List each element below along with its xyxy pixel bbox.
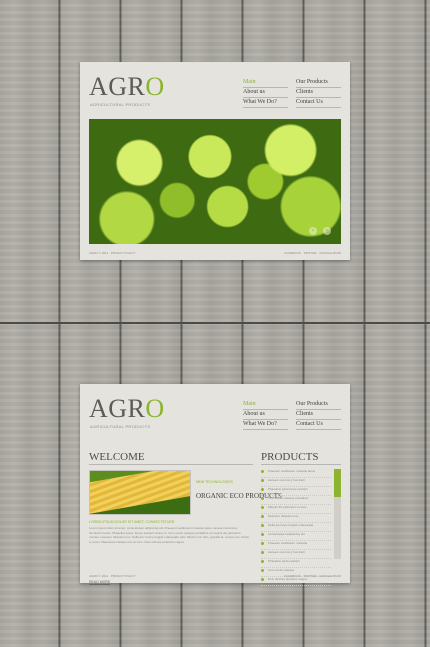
logo[interactable]: AGRO xyxy=(89,396,165,422)
bullet-icon xyxy=(261,542,264,545)
list-item[interactable]: Nascetur ridiculus mus xyxy=(261,514,331,523)
corn-husk xyxy=(90,471,190,514)
bullet-icon xyxy=(261,479,264,482)
list-item[interactable]: Duis ultricies pharetra magna xyxy=(261,577,331,586)
nav-clients[interactable]: Clients xyxy=(296,89,341,98)
product-label: Consectetuer adipiscing elit xyxy=(268,532,305,536)
bullet-icon xyxy=(261,488,264,491)
list-item[interactable]: Praesent vestibulum molestie lacus xyxy=(261,469,331,478)
list-item[interactable]: Aenean nonummy hendrerit xyxy=(261,478,331,487)
bullet-icon xyxy=(261,560,264,563)
nav-clients[interactable]: Clients xyxy=(296,411,341,420)
list-item[interactable]: Magnis dis parturient montes xyxy=(261,505,331,514)
logo-accent: O xyxy=(145,394,165,423)
product-label: Aenean nonummy hendrerit xyxy=(268,550,306,554)
products-divider xyxy=(261,464,341,465)
footer-copyright: AGRO © 2011 · PRIVACY POLICY xyxy=(89,574,136,578)
nav-our-products[interactable]: Our Products xyxy=(296,401,341,410)
next-arrow-icon[interactable]: › xyxy=(323,227,331,235)
product-label: Phasellus porta suscipit xyxy=(268,559,300,563)
products-scrollbar[interactable] xyxy=(334,469,341,559)
nav-contact[interactable]: Contact Us xyxy=(296,421,341,430)
read-more-link[interactable]: READ MORE xyxy=(89,580,110,584)
nav-contact[interactable]: Contact Us xyxy=(296,99,341,108)
product-label: Nascetur ridiculus mus xyxy=(268,514,299,518)
bullet-icon xyxy=(261,551,264,554)
nav-about[interactable]: About us xyxy=(243,411,288,420)
new-technologies-label: NEW TECHNOLOGIES xyxy=(196,480,233,484)
bullet-icon xyxy=(261,533,264,536)
logo-text: AGR xyxy=(89,394,146,423)
prev-arrow-icon[interactable]: ‹ xyxy=(309,227,317,235)
list-item[interactable]: Nulla dui fusce feugiat malesuada xyxy=(261,523,331,532)
nav-main[interactable]: Main xyxy=(243,401,288,410)
nav-what-we-do[interactable]: What We Do? xyxy=(243,99,288,108)
nav-about[interactable]: About us xyxy=(243,89,288,98)
list-item[interactable]: Phasellus porta fusce suscipit xyxy=(261,487,331,496)
list-item[interactable]: Consectetuer adipiscing elit xyxy=(261,532,331,541)
nav-main[interactable]: Main xyxy=(243,79,288,88)
bullet-icon xyxy=(261,470,264,473)
welcome-heading: WELCOME xyxy=(89,451,145,463)
list-item[interactable]: Praesent vestibulum molestie xyxy=(261,541,331,550)
logo-accent: O xyxy=(145,72,165,101)
product-label: Praesent vestibulum molestie xyxy=(268,541,308,545)
slider-controls: ‹ › xyxy=(307,218,331,236)
products-heading: PRODUCTS xyxy=(261,451,319,463)
products-list: Praesent vestibulum molestie lacus Aenea… xyxy=(261,469,331,586)
bullet-icon xyxy=(261,497,264,500)
corn-image xyxy=(89,470,191,515)
bullet-icon xyxy=(261,524,264,527)
logo[interactable]: AGRO xyxy=(89,74,165,100)
product-label: Magnis dis parturient montes xyxy=(268,505,307,509)
welcome-divider xyxy=(89,464,253,465)
footer-social-links[interactable]: FACEBOOK · TWITTER · GOOGLE BUZZ xyxy=(284,574,341,578)
welcome-subheading: LOREM IPSUM DOLOR SIT AMET, CONSECTETUER xyxy=(89,520,175,524)
nav-our-products[interactable]: Our Products xyxy=(296,79,341,88)
hero-image-lettuce: ‹ › xyxy=(89,119,341,244)
logo-text: AGR xyxy=(89,72,146,101)
tagline: AGRICULTURAL PRODUCTS xyxy=(90,424,151,429)
product-label: Aenean nonummy hendrerit xyxy=(268,478,306,482)
product-label: Cum sociis natoque xyxy=(268,568,295,572)
welcome-body-text: Lorem ipsum dolor sit amet, consectetuer… xyxy=(89,526,249,544)
product-label: Nulla dui fusce feugiat malesuada xyxy=(268,523,314,527)
product-label: Praesent vestibulum molestie lacus xyxy=(268,469,316,473)
home-page-preview: AGRO AGRICULTURAL PRODUCTS Main About us… xyxy=(80,62,350,260)
list-item[interactable]: Aenean nonummy hendrerit xyxy=(261,550,331,559)
product-label: Phasellus porta fusce suscipit xyxy=(268,487,308,491)
footer-copyright: AGRO © 2011 · PRIVACY POLICY xyxy=(89,251,136,255)
nav-what-we-do[interactable]: What We Do? xyxy=(243,421,288,430)
list-item[interactable]: Cum sociis natoque penatibus xyxy=(261,496,331,505)
tagline: AGRICULTURAL PRODUCTS xyxy=(90,102,151,107)
bullet-icon xyxy=(261,578,264,581)
bullet-icon xyxy=(261,569,264,572)
footer-social-links[interactable]: FACEBOOK · TWITTER · GOOGLE BUZZ xyxy=(284,251,341,255)
bullet-icon xyxy=(261,506,264,509)
bullet-icon xyxy=(261,515,264,518)
inner-page-preview: AGRO AGRICULTURAL PRODUCTS Main About us… xyxy=(80,384,350,586)
list-item[interactable]: Phasellus porta suscipit xyxy=(261,559,331,568)
product-label: Cum sociis natoque penatibus xyxy=(268,496,309,500)
scrollbar-thumb[interactable] xyxy=(334,469,341,497)
